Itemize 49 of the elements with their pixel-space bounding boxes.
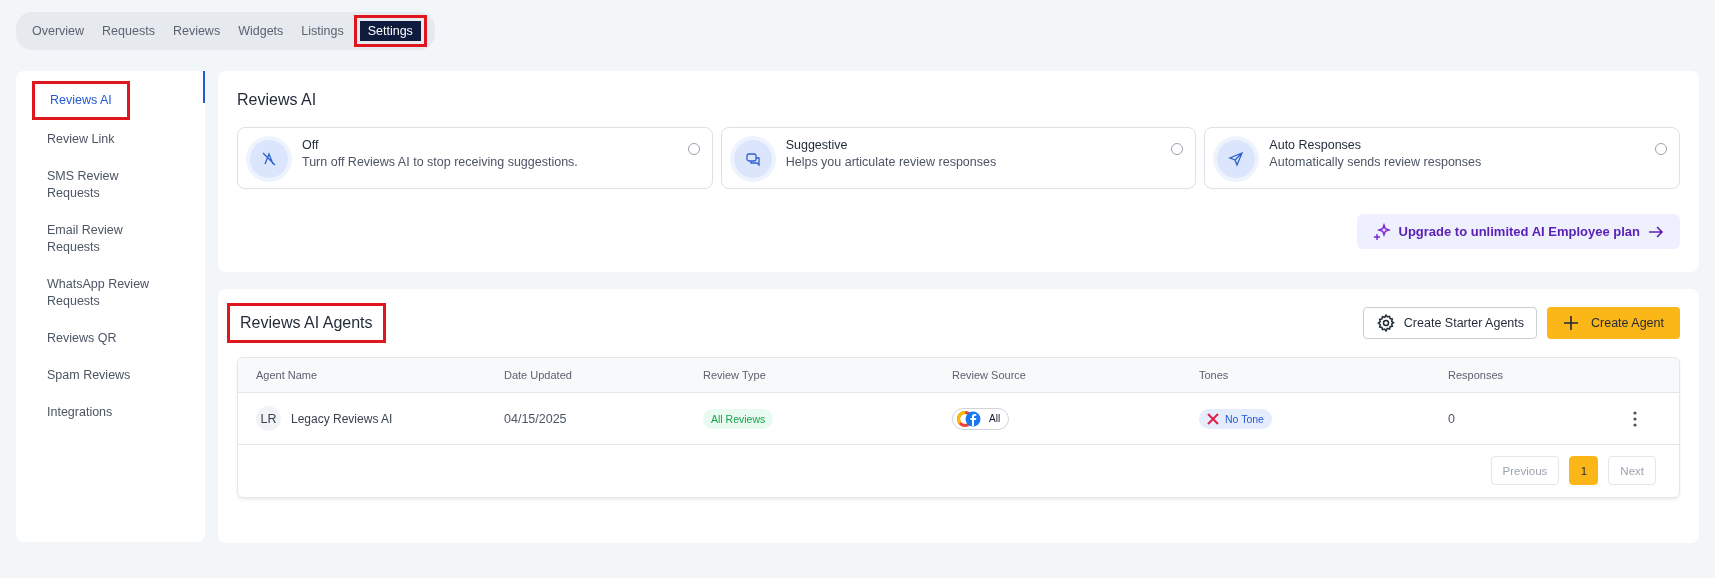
column-header: Responses bbox=[1448, 369, 1505, 381]
tab[interactable]: Overview bbox=[24, 18, 93, 44]
table-cell: 0 bbox=[1448, 411, 1455, 426]
tab[interactable]: Requests bbox=[94, 18, 163, 44]
column-header: Tones bbox=[1199, 369, 1230, 381]
tab[interactable]: Widgets bbox=[230, 18, 292, 44]
sidebar-item[interactable]: Reviews QR bbox=[16, 321, 148, 356]
option-description: Helps you articulate review responses bbox=[785, 155, 998, 169]
option-title: Auto Responses bbox=[1269, 138, 1363, 152]
plus-icon bbox=[1563, 315, 1580, 331]
create-agent-button[interactable]: Create Agent bbox=[1547, 307, 1680, 339]
column-header: Review Type bbox=[703, 369, 767, 381]
section-title: Reviews AI Agents bbox=[227, 303, 386, 343]
cross-icon bbox=[1207, 412, 1219, 425]
option-card[interactable]: Suggestive Helps you articulate review responses bbox=[720, 127, 1197, 189]
option-description: Automatically sends review responses bbox=[1269, 155, 1483, 169]
option-title: Off bbox=[302, 138, 320, 152]
table-cell: 04/15/2025 bbox=[504, 411, 567, 426]
sparkle-icon bbox=[1372, 222, 1391, 241]
tab[interactable]: Listings bbox=[293, 18, 352, 44]
tone-badge: No Tone bbox=[1199, 408, 1272, 429]
column-header: Agent Name bbox=[256, 369, 319, 381]
option-card[interactable]: Auto Responses Automatically sends review responses bbox=[1204, 127, 1680, 189]
review-type-badge: All Reviews bbox=[703, 408, 774, 429]
arrow-right-icon bbox=[1648, 224, 1664, 239]
sidebar-item[interactable]: Email Review Requests bbox=[16, 213, 196, 265]
more-options-icon[interactable] bbox=[1632, 410, 1637, 427]
option-description: Turn off Reviews AI to stop receiving suggestions. bbox=[302, 155, 579, 169]
send-icon bbox=[1228, 151, 1245, 167]
robot-off-icon bbox=[261, 151, 277, 167]
sidebar-item[interactable]: Integrations bbox=[16, 395, 144, 430]
table-cell: Legacy Reviews AI bbox=[291, 411, 393, 426]
tab[interactable]: Reviews bbox=[164, 18, 229, 44]
sidebar-item[interactable]: Review Link bbox=[16, 122, 146, 157]
column-header: Review Source bbox=[952, 369, 1027, 381]
sidebar-item[interactable]: WhatsApp Review Requests bbox=[16, 267, 196, 319]
sidebar-item[interactable]: SMS Review Requests bbox=[16, 159, 196, 211]
page-button[interactable]: 1 bbox=[1569, 456, 1599, 485]
section-title: Reviews AI bbox=[237, 90, 317, 110]
settings-icon bbox=[1375, 313, 1396, 333]
option-title: Suggestive bbox=[785, 138, 849, 152]
avatar-initials: LR bbox=[256, 406, 281, 431]
sidebar-item[interactable]: Reviews AI bbox=[32, 81, 130, 120]
sidebar-item[interactable]: Spam Reviews bbox=[16, 358, 162, 393]
create-starter-agents-button[interactable]: Create Starter Agents bbox=[1362, 307, 1538, 339]
chat-icon bbox=[744, 151, 761, 167]
upgrade-button[interactable]: Upgrade to unlimited AI Employee plan bbox=[1356, 214, 1680, 249]
column-header: Date Updated bbox=[504, 369, 573, 381]
option-card[interactable]: Off Turn off Reviews AI to stop receiving suggestions. bbox=[237, 127, 713, 189]
